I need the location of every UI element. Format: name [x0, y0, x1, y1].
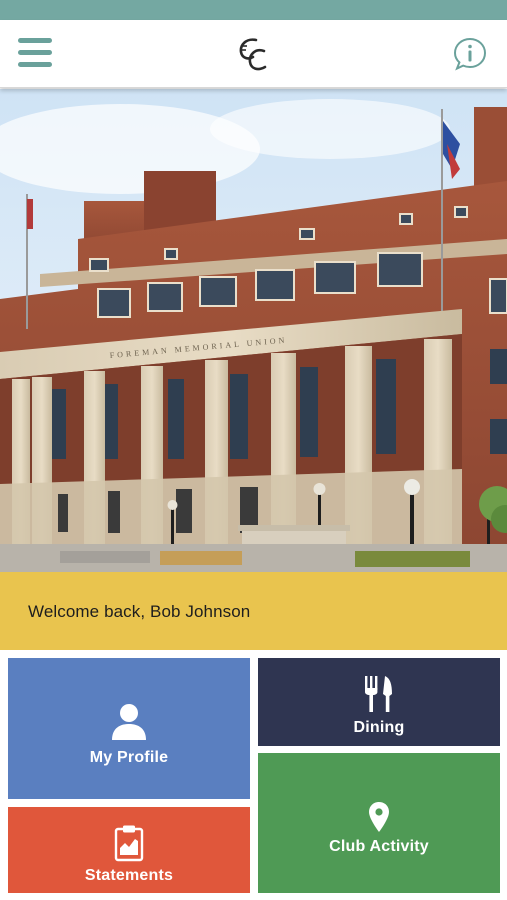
dining-label: Dining — [353, 719, 405, 736]
hamburger-line — [18, 62, 52, 67]
club-logo-icon[interactable] — [234, 34, 274, 76]
info-bubble-icon — [453, 37, 487, 71]
fork-knife-icon — [365, 676, 392, 712]
my-profile-label: My Profile — [89, 749, 169, 766]
location-pin-icon — [369, 802, 389, 832]
club-building-photo: FOREMAN MEMORIAL UNION — [0, 89, 507, 572]
hamburger-line — [18, 38, 52, 43]
menu-button[interactable] — [18, 38, 54, 70]
hamburger-line — [18, 50, 52, 55]
dining-tile[interactable]: Dining — [258, 658, 500, 746]
info-button[interactable] — [452, 36, 488, 72]
clipboard-chart-icon — [114, 825, 144, 862]
club-activity-tile[interactable]: Club Activity — [258, 753, 500, 893]
club-activity-label: Club Activity — [329, 838, 429, 855]
my-profile-tile[interactable]: My Profile — [8, 658, 250, 799]
app-bar — [0, 20, 507, 88]
status-bar — [0, 0, 507, 20]
person-icon — [112, 704, 146, 740]
hero-image: FOREMAN MEMORIAL UNION — [0, 89, 507, 572]
statements-label: Statements — [84, 867, 174, 884]
cc-logo-icon — [239, 38, 267, 71]
welcome-banner: Welcome back, Bob Johnson — [0, 572, 507, 650]
welcome-message: Welcome back, Bob Johnson — [28, 602, 251, 621]
statements-tile[interactable]: Statements — [8, 807, 250, 893]
